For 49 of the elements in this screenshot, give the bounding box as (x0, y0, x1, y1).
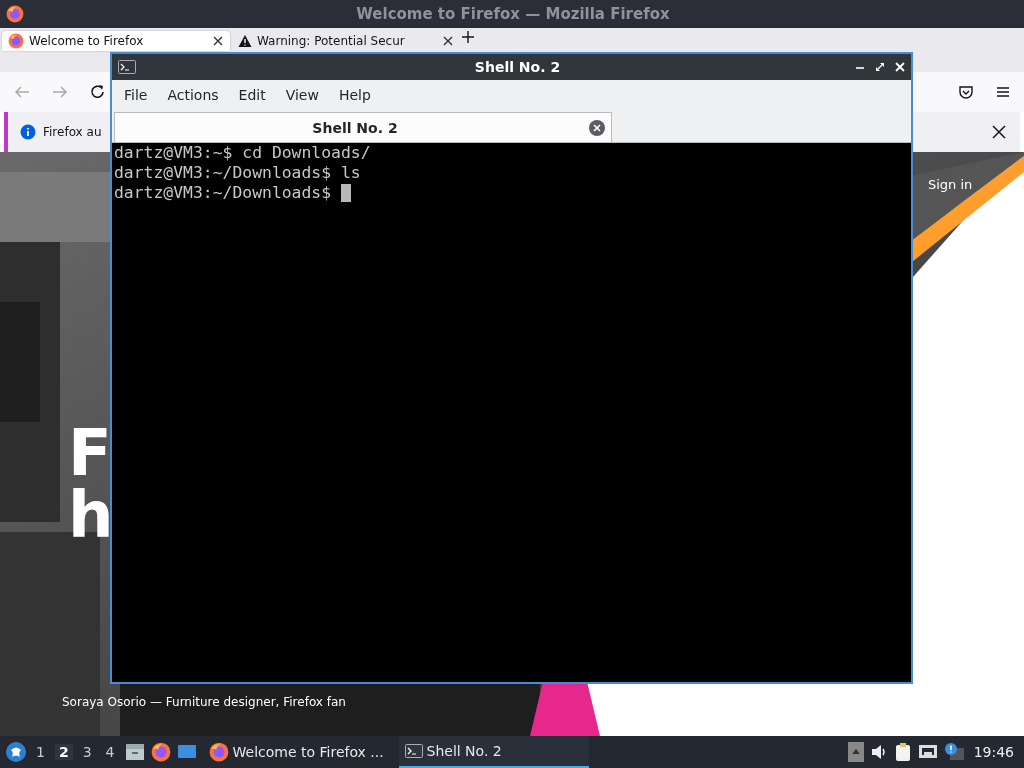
window-title: Shell No. 2 (473, 59, 562, 75)
firefox-icon (6, 5, 24, 23)
browser-tab[interactable]: Warning: Potential Secur (232, 31, 460, 51)
firefox-icon (150, 742, 171, 762)
pocket-icon[interactable] (958, 84, 974, 100)
terminal-icon (404, 744, 423, 758)
sign-in-link[interactable]: Sign in (928, 177, 973, 192)
terminal-line: dartz@VM3:~/Downloads$ (114, 183, 332, 203)
hero-heading: F (68, 422, 113, 484)
menu-item[interactable]: File (114, 87, 158, 103)
file-cabinet-icon[interactable] (124, 742, 145, 762)
terminal-tab[interactable]: Shell No. 2 (114, 112, 612, 142)
menu-item[interactable]: View (275, 87, 329, 103)
notification-text: Firefox au (43, 125, 102, 139)
window-title: Welcome to Firefox — Mozilla Firefox (355, 5, 671, 23)
workspace-button[interactable]: 1 (32, 744, 49, 760)
photo-caption: Soraya Osorio — Furniture designer, Firefox fan (62, 695, 346, 709)
tray-up-icon[interactable] (847, 742, 864, 762)
warning-icon (238, 34, 252, 48)
maximize-icon[interactable] (875, 62, 885, 72)
workspace-button[interactable]: 3 (78, 744, 96, 760)
info-icon (20, 124, 36, 140)
menu-item[interactable]: Edit (228, 87, 276, 103)
menu-icon[interactable] (996, 85, 1010, 99)
firefox-icon (8, 33, 24, 49)
start-menu-icon[interactable] (6, 742, 26, 762)
tab-close-icon[interactable] (442, 35, 454, 47)
firefox-icon (208, 742, 229, 762)
menu-item[interactable]: Help (328, 87, 381, 103)
hero-heading: h (68, 484, 114, 546)
menu-item[interactable]: Actions (157, 87, 229, 103)
close-icon[interactable] (992, 125, 1006, 139)
reload-icon[interactable] (90, 84, 106, 100)
tab-close-icon[interactable] (589, 119, 605, 136)
taskbar-task[interactable]: Welcome to Firefox ... (202, 736, 393, 768)
terminal-line: dartz@VM3:~$ cd Downloads/ (114, 143, 371, 163)
workspace-button[interactable]: 4 (101, 744, 119, 760)
clock: 19:46 (972, 744, 1015, 760)
speaker-icon[interactable] (869, 742, 888, 762)
text-cursor (341, 184, 352, 202)
notification-icon[interactable] (943, 742, 964, 762)
plus-icon[interactable] (462, 31, 474, 43)
terminal-line: dartz@VM3:~/Downloads$ ls (114, 163, 361, 183)
workspace-button[interactable]: 2 (54, 744, 73, 760)
browser-tab[interactable]: Welcome to Firefox (2, 31, 230, 51)
terminal-icon (118, 60, 136, 74)
taskbar-task[interactable]: Shell No. 2 (398, 736, 589, 768)
clipboard-icon[interactable] (893, 742, 912, 762)
tab-close-icon[interactable] (212, 35, 224, 47)
